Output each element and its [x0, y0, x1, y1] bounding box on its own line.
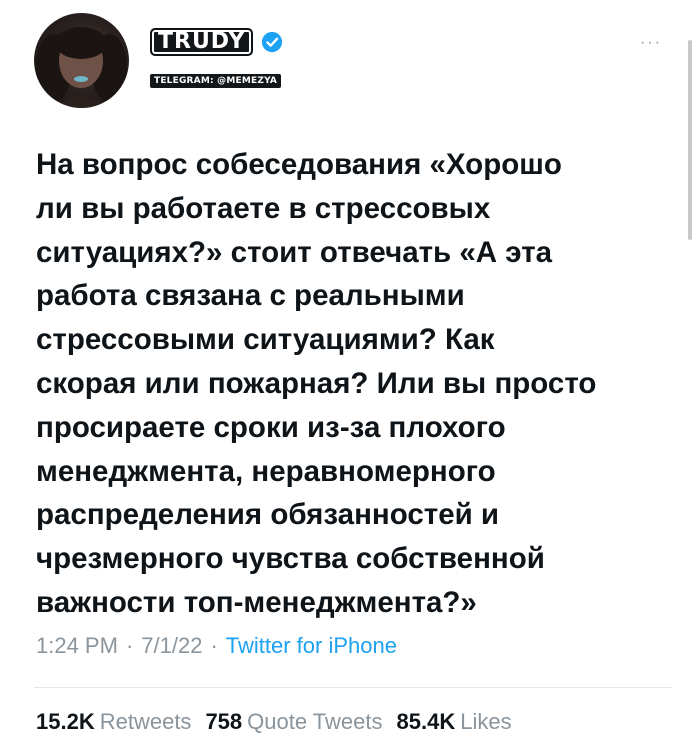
tweet-text-line: распределения обязанностей и — [36, 498, 500, 532]
scrollbar[interactable] — [688, 40, 692, 240]
author-display-name[interactable]: TRUDY — [150, 28, 254, 56]
verified-badge-icon — [262, 31, 283, 53]
tweet-text-line: ситуациях?» стоит отвечать «А эта — [36, 235, 553, 269]
tweet-text-line: стрессовыми ситуациями? Как — [36, 323, 495, 357]
tweet-text-line: На вопрос собеседования «Хорошо — [36, 148, 562, 181]
tweet-text-line: работа связана с реальными — [36, 279, 465, 313]
retweets-count: 15.2K — [36, 709, 95, 734]
author-handle[interactable]: TELEGRAM: @MEMEZYA — [150, 74, 282, 88]
meta-separator: · — [210, 633, 218, 658]
quote-tweets-label: Quote Tweets — [247, 709, 383, 734]
avatar-image — [36, 27, 127, 108]
quote-tweets-count: 758 — [205, 709, 243, 734]
likes-label: Likes — [460, 709, 512, 734]
tweet-text-line: ли вы работаете в стрессовых — [36, 191, 491, 225]
tweet-text-line: менеджмента, неравномерного — [36, 454, 496, 488]
author-name-row: TRUDY — [150, 28, 283, 56]
retweets-label: Retweets — [99, 709, 192, 734]
quote-tweets-stat[interactable]: 758 Quote Tweets — [205, 709, 382, 735]
divider — [34, 687, 672, 688]
tweet-text-line: просираете сроки из-за плохого — [36, 410, 506, 444]
meta-separator: · — [125, 633, 134, 658]
tweet-text-line: скорая или пожарная? Или вы просто — [36, 366, 597, 400]
tweet-date[interactable]: 7/1/22 — [141, 633, 202, 659]
tweet-source-link[interactable]: Twitter for iPhone — [226, 633, 397, 659]
tweet-time[interactable]: 1:24 PM — [36, 633, 118, 659]
tweet-text-line: чрезмерного чувства собственной — [36, 542, 545, 576]
tweet-text: На вопрос собеседования «Хорошо ли вы ра… — [36, 143, 676, 625]
retweets-stat[interactable]: 15.2K Retweets — [36, 709, 191, 735]
tweet-stats: 15.2K Retweets 758 Quote Tweets 85.4K Likes — [36, 709, 526, 735]
likes-count: 85.4K — [396, 709, 456, 734]
tweet-text-line: важности топ-менеджмента?» — [36, 585, 477, 619]
likes-stat[interactable]: 85.4K Likes — [397, 709, 512, 735]
author-avatar[interactable] — [34, 13, 129, 108]
more-options-icon[interactable]: ··· — [640, 34, 662, 52]
tweet-meta: 1:24 PM · 7/1/22 · Twitter for iPhone — [36, 633, 397, 659]
